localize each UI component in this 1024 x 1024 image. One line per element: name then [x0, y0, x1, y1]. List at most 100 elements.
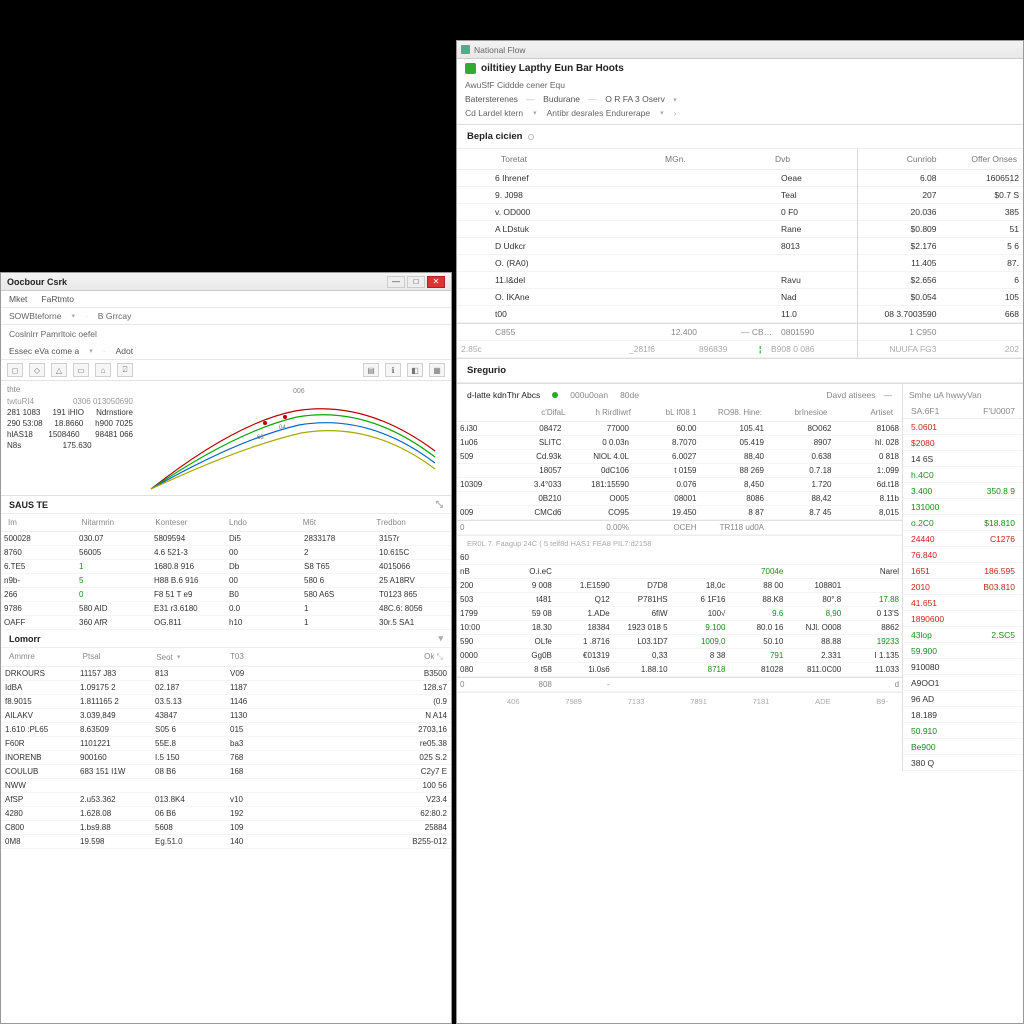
table-row[interactable]: 08 3.7003590668 — [858, 306, 1023, 323]
chevron-right-icon[interactable]: › — [674, 108, 677, 118]
list-item[interactable]: 131000 — [903, 499, 1023, 515]
menu-item[interactable]: Mket — [9, 294, 27, 304]
table-row[interactable]: IdBA1.09175 202.1871187128.s7 — [1, 681, 451, 695]
minimize-button[interactable]: — — [387, 276, 405, 288]
table-row[interactable]: t0011.0 — [457, 306, 857, 323]
table-row[interactable]: O. (RA0) — [457, 255, 857, 272]
list-item[interactable]: 5.0601 — [903, 419, 1023, 435]
list-item[interactable]: 50.910 — [903, 723, 1023, 739]
table-row[interactable]: 8760560054.6 521-300210.615C — [1, 546, 451, 560]
list-item[interactable]: 18.189 — [903, 707, 1023, 723]
list-item[interactable]: 41.651 — [903, 595, 1023, 611]
tool-button[interactable]: ◇ — [29, 363, 45, 377]
table-row[interactable]: COULUB683 151 I1W08 B6168C2y7 E — [1, 765, 451, 779]
list-item[interactable]: 3.400350.8 9 — [903, 483, 1023, 499]
tool-button[interactable]: ⍁ — [117, 363, 133, 377]
line-chart[interactable]: 006 63 04 — [139, 381, 451, 495]
table-row[interactable]: 0B210O00508001808688,428.11b — [457, 492, 902, 506]
tab[interactable]: Davd atisees — [826, 390, 875, 400]
table-row[interactable]: 9. J098Teal — [457, 187, 857, 204]
list-item[interactable]: o.2C0$18.810 — [903, 515, 1023, 531]
table-row[interactable]: n9b-5H88 B.6 91600580 625 A18RV — [1, 574, 451, 588]
list-item[interactable]: Be900 — [903, 739, 1023, 755]
table-row[interactable]: INORENB900160I.5 150768025 S.2 — [1, 751, 451, 765]
table-row[interactable]: $0.054105 — [858, 289, 1023, 306]
maximize-button[interactable]: □ — [407, 276, 425, 288]
table-row[interactable]: 6.081606512 — [858, 170, 1023, 187]
tool-button[interactable]: ⌂ — [95, 363, 111, 377]
table-row[interactable]: 6.TE511680.8 916DbS8 T654015066 — [1, 560, 451, 574]
table-row[interactable]: f8.90151.811165 203.5.131146(0.9 — [1, 695, 451, 709]
close-button[interactable]: ✕ — [427, 276, 445, 288]
table-row[interactable]: A LDstukRane — [457, 221, 857, 238]
sort-icon[interactable]: ▾ — [177, 653, 181, 661]
table-row[interactable]: 6.i30084727700060.00105.418O06281068 — [457, 422, 902, 436]
table-row[interactable]: F60R110122155E.8ba3re05.38 — [1, 737, 451, 751]
table-row[interactable]: 1u06SLITC0 0.03n8.707005.4198907hl. 028 — [457, 436, 902, 450]
chevron-down-icon[interactable]: ▾ — [71, 312, 75, 320]
dropdown[interactable]: SOWBteforne — [9, 311, 61, 321]
table-row[interactable]: 179959 081.ADe6fiW100√9.68,900 13'S — [457, 607, 902, 621]
table-row[interactable]: 0M819.598Eg.51.0140B255-012 — [1, 835, 451, 849]
tool-button[interactable]: ◻ — [7, 363, 23, 377]
list-item[interactable]: 1890600 — [903, 611, 1023, 627]
chevron-down-icon[interactable]: ▾ — [89, 347, 93, 355]
list-item[interactable]: 910080 — [903, 659, 1023, 675]
table-row[interactable]: 103093.4°033181:155900.0768,4501.7206d.t… — [457, 478, 902, 492]
table-row[interactable]: 509Cd.93kNlOL 4.0L6.002788,400.6380 818 — [457, 450, 902, 464]
table-row[interactable]: 20.036385 — [858, 204, 1023, 221]
table-row[interactable]: $2.1765 6 — [858, 238, 1023, 255]
tool-button[interactable]: ▤ — [363, 363, 379, 377]
list-item[interactable]: 14 6S — [903, 451, 1023, 467]
list-item[interactable]: 59.900 — [903, 643, 1023, 659]
dropdown[interactable]: Antibr desrales Endurerape — [547, 108, 650, 118]
list-item[interactable]: h.4C0 — [903, 467, 1023, 483]
table-row[interactable]: AfSP2.u53.362013.8K4v10V23.4 — [1, 793, 451, 807]
table-row[interactable]: v. OD0000 F0 — [457, 204, 857, 221]
list-item[interactable]: 24440C1276 — [903, 531, 1023, 547]
titlebar[interactable]: National Flow — [457, 41, 1023, 59]
refresh-icon[interactable] — [528, 134, 534, 140]
chevron-down-icon[interactable]: ▾ — [673, 97, 677, 104]
tab[interactable]: 000u0oan — [570, 390, 608, 400]
table-row[interactable]: 0000Gg0B€013190,338 387912.331I 1.135 — [457, 649, 902, 663]
table-row[interactable]: 11.40587. — [858, 255, 1023, 272]
table-row[interactable]: 009CMCd6CO9519.4508 878.7 458,015 — [457, 506, 902, 520]
table-row[interactable]: NWW100 56 — [1, 779, 451, 793]
list-item[interactable]: 2010B03.810 — [903, 579, 1023, 595]
dropdown[interactable]: Essec eVa come a — [9, 346, 79, 356]
table-row[interactable]: 10:0018.30183841923 018 59.10080.0 16NJl… — [457, 621, 902, 635]
table-row[interactable]: 500028030.075809594Di528331783157r — [1, 532, 451, 546]
table-row[interactable]: 1.610 :PL658.63509S05 60152703,16 — [1, 723, 451, 737]
list-item[interactable]: 96 AD — [903, 691, 1023, 707]
list-item[interactable]: 380 Q — [903, 755, 1023, 771]
dropdown[interactable]: B Grrcay — [98, 311, 132, 321]
table-row[interactable]: 180570dC106t 015988 2690.7.181:.099 — [457, 464, 902, 478]
table-row[interactable]: 207$0.7 S — [858, 187, 1023, 204]
chevron-down-icon[interactable]: ▾ — [533, 109, 537, 117]
tab[interactable]: d-latte kdnThr Abcs — [467, 390, 540, 400]
chevron-down-icon[interactable]: ▾ — [438, 633, 443, 644]
expand-icon[interactable]: ⤡ — [436, 499, 443, 510]
tool-button[interactable]: ℹ — [385, 363, 401, 377]
table-row[interactable]: OAFF360 AfROG.811h10130r.5 SA1 — [1, 616, 451, 630]
list-item[interactable]: 76.840 — [903, 547, 1023, 563]
button[interactable]: Adot — [116, 346, 134, 356]
table-row[interactable]: D Udkcr8013 — [457, 238, 857, 255]
breadcrumb-item[interactable]: Batersterenes — [465, 94, 518, 104]
table-row[interactable]: 0808 t581i.0s61.88.10871881028811.0C0011… — [457, 663, 902, 677]
menu-item[interactable]: FaRtmto — [41, 294, 74, 304]
table-row[interactable]: $0.80951 — [858, 221, 1023, 238]
minimize-icon[interactable]: — — [884, 390, 893, 400]
list-item[interactable]: A9OO1 — [903, 675, 1023, 691]
tool-button[interactable]: △ — [51, 363, 67, 377]
table-row[interactable]: 60 — [457, 551, 902, 565]
table-row[interactable]: nBO.i.eC7004eNarel — [457, 565, 902, 579]
table-row[interactable]: 2660F8 51 T e9B0580 A6ST0123 865 — [1, 588, 451, 602]
tool-button[interactable]: ▭ — [73, 363, 89, 377]
expand-icon[interactable]: ⤡ — [437, 652, 443, 661]
tool-button[interactable]: ◧ — [407, 363, 423, 377]
list-item[interactable]: 1651186.595 — [903, 563, 1023, 579]
list-item[interactable]: $2080 — [903, 435, 1023, 451]
breadcrumb-item[interactable]: O R FA 3 Oserv — [605, 94, 665, 104]
